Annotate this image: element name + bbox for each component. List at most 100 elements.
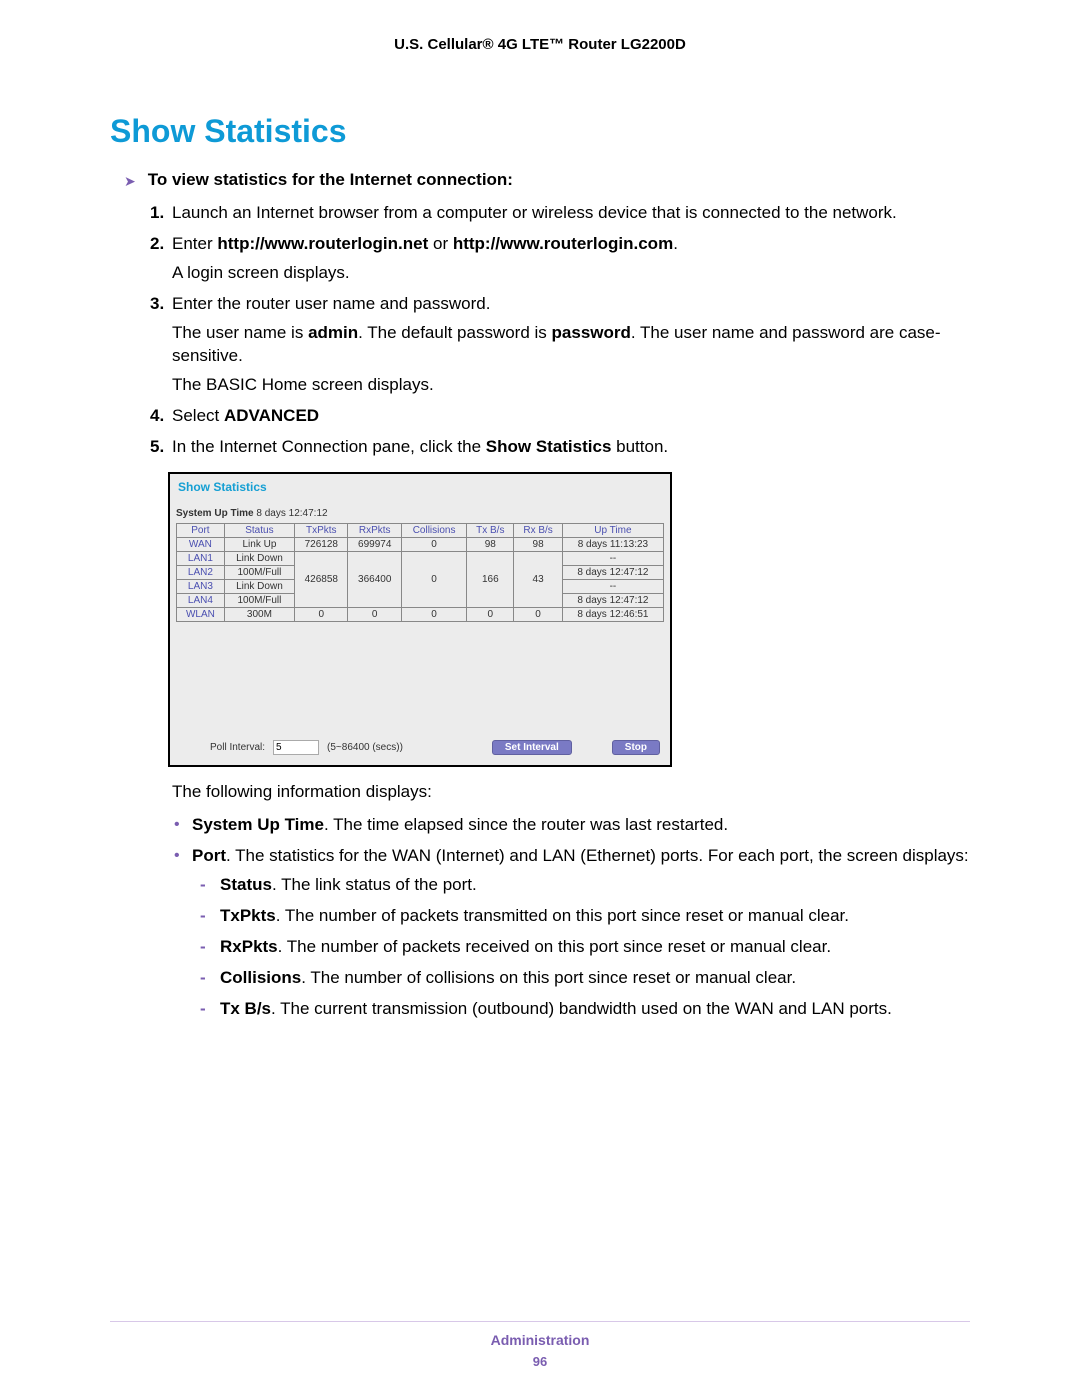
step-url-1: http://www.routerlogin.net (217, 234, 428, 253)
steps-list: 1. Launch an Internet browser from a com… (150, 202, 970, 458)
sub-collisions: Collisions. The number of collisions on … (192, 967, 970, 990)
cell-up: 8 days 12:47:12 (562, 594, 663, 608)
sub-list: Status. The link status of the port. TxP… (192, 874, 970, 1021)
term: Status (220, 875, 272, 894)
frag: The user name is (172, 323, 308, 342)
desc: . The number of packets received on this… (278, 937, 831, 956)
step-1: 1. Launch an Internet browser from a com… (150, 202, 970, 225)
cell-tx: 726128 (295, 538, 348, 552)
step-num: 3. (150, 293, 164, 316)
statistics-figure: Show Statistics System Up Time 8 days 12… (168, 472, 970, 767)
desc: . The current transmission (outbound) ba… (271, 999, 892, 1018)
step-num: 4. (150, 405, 164, 428)
term: System Up Time (192, 815, 324, 834)
cell-status: Link Up (224, 538, 294, 552)
cell-txbs-merged: 166 (467, 552, 514, 608)
bullet-list: System Up Time. The time elapsed since t… (172, 814, 970, 1021)
bullet-system-uptime: System Up Time. The time elapsed since t… (172, 814, 970, 837)
footer-section: Administration (110, 1332, 970, 1348)
step-num: 1. (150, 202, 164, 225)
cell-port: LAN2 (177, 566, 225, 580)
term: Port (192, 846, 226, 865)
term: Tx B/s (220, 999, 271, 1018)
cell-col: 0 (401, 538, 466, 552)
step-5: 5. In the Internet Connection pane, clic… (150, 436, 970, 459)
statistics-panel: Show Statistics System Up Time 8 days 12… (168, 472, 672, 767)
bullet-port: Port. The statistics for the WAN (Intern… (172, 845, 970, 1021)
cell-rx-merged: 366400 (348, 552, 401, 608)
uptime-label: System Up Time (176, 508, 254, 519)
term: Collisions (220, 968, 301, 987)
password-term: password (552, 323, 631, 342)
sub-rxpkts: RxPkts. The number of packets received o… (192, 936, 970, 959)
cell-status: Link Down (224, 552, 294, 566)
admin-term: admin (308, 323, 358, 342)
th-uptime: Up Time (562, 524, 663, 538)
step-text-post: . (673, 234, 678, 253)
cell-rxbs: 98 (514, 538, 562, 552)
sub-txpkts: TxPkts. The number of packets transmitte… (192, 905, 970, 928)
uptime-value: 8 days 12:47:12 (256, 508, 327, 519)
table-row: LAN1 Link Down 426858 366400 0 166 43 -- (177, 552, 664, 566)
cell-rxbs-merged: 43 (514, 552, 562, 608)
step-2-p2: A login screen displays. (172, 262, 970, 285)
step-4: 4. Select ADVANCED (150, 405, 970, 428)
th-status: Status (224, 524, 294, 538)
arrow-icon: ➤ (124, 170, 136, 192)
section-title: Show Statistics (110, 113, 970, 150)
step-url-2: http://www.routerlogin.com (453, 234, 673, 253)
step-3: 3. Enter the router user name and passwo… (150, 293, 970, 397)
advanced-term: ADVANCED (224, 406, 319, 425)
step-2: 2. Enter http://www.routerlogin.net or h… (150, 233, 970, 285)
stop-button[interactable]: Stop (612, 740, 660, 755)
table-row: WAN Link Up 726128 699974 0 98 98 8 days… (177, 538, 664, 552)
cell-txbs: 0 (467, 608, 514, 622)
cell-status: 100M/Full (224, 594, 294, 608)
desc: . The number of collisions on this port … (301, 968, 796, 987)
step-text: Enter the router user name and password. (172, 294, 490, 313)
th-txbs: Tx B/s (467, 524, 514, 538)
uptime-row: System Up Time 8 days 12:47:12 (170, 504, 670, 521)
th-rxbs: Rx B/s (514, 524, 562, 538)
cell-status: Link Down (224, 580, 294, 594)
cell-up: -- (562, 552, 663, 566)
step-text-pre: Enter (172, 234, 217, 253)
cell-txbs: 98 (467, 538, 514, 552)
cell-rxbs: 0 (514, 608, 562, 622)
cell-tx: 0 (295, 608, 348, 622)
panel-spacer (170, 622, 670, 734)
cell-up: -- (562, 580, 663, 594)
cell-up: 8 days 12:46:51 (562, 608, 663, 622)
cell-port: LAN1 (177, 552, 225, 566)
poll-interval-input[interactable] (273, 740, 319, 755)
cell-status: 300M (224, 608, 294, 622)
th-rxpkts: RxPkts (348, 524, 401, 538)
set-interval-button[interactable]: Set Interval (492, 740, 572, 755)
cell-up: 8 days 12:47:12 (562, 566, 663, 580)
desc: . The time elapsed since the router was … (324, 815, 728, 834)
table-row: WLAN 300M 0 0 0 0 0 8 days 12:46:51 (177, 608, 664, 622)
doc-header: U.S. Cellular® 4G LTE™ Router LG2200D (110, 36, 970, 53)
poll-row: Poll Interval: (5~86400 (secs)) Set Inte… (170, 734, 670, 765)
th-port: Port (177, 524, 225, 538)
table-header-row: Port Status TxPkts RxPkts Collisions Tx … (177, 524, 664, 538)
lead-row: ➤ To view statistics for the Internet co… (124, 170, 970, 192)
desc: . The link status of the port. (272, 875, 477, 894)
step-text-post: button. (611, 437, 668, 456)
th-collisions: Collisions (401, 524, 466, 538)
sub-txbs: Tx B/s. The current transmission (outbou… (192, 998, 970, 1021)
frag: . The default password is (358, 323, 551, 342)
poll-label: Poll Interval: (210, 742, 265, 753)
term: TxPkts (220, 906, 276, 925)
step-num: 2. (150, 233, 164, 256)
cell-up: 8 days 11:13:23 (562, 538, 663, 552)
cell-col-merged: 0 (401, 552, 466, 608)
sub-status: Status. The link status of the port. (192, 874, 970, 897)
panel-title: Show Statistics (170, 474, 670, 504)
cell-rx: 699974 (348, 538, 401, 552)
cell-tx-merged: 426858 (295, 552, 348, 608)
th-txpkts: TxPkts (295, 524, 348, 538)
step-3-p3: The BASIC Home screen displays. (172, 374, 970, 397)
cell-port: LAN3 (177, 580, 225, 594)
step-text: Launch an Internet browser from a comput… (172, 203, 897, 222)
